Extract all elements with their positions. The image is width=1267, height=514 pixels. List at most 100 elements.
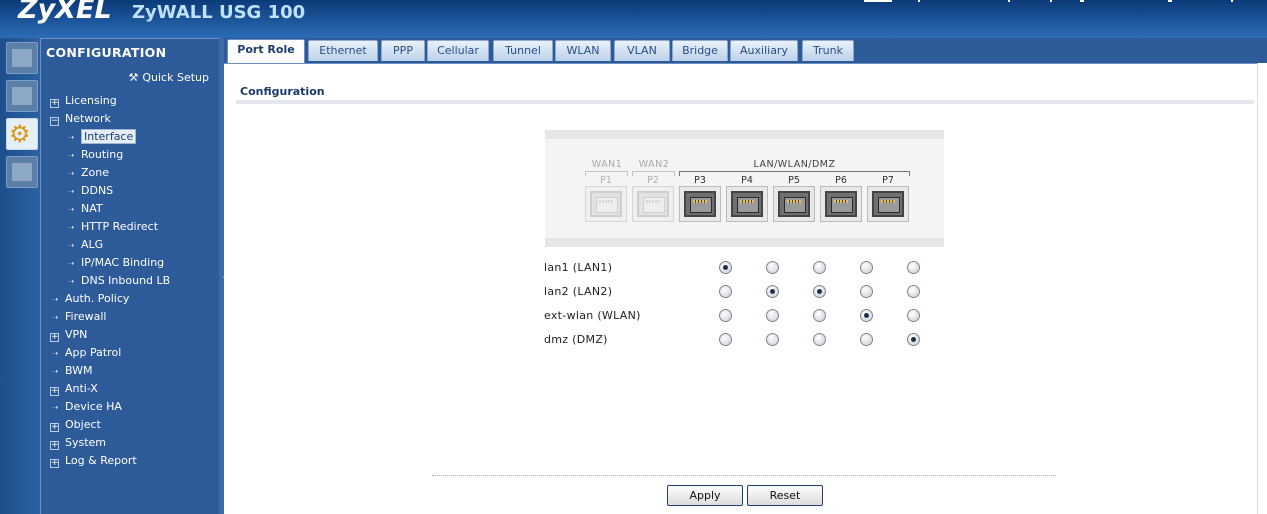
- sidebar-item-label: Interface: [81, 129, 137, 144]
- monitor-icon[interactable]: [6, 80, 38, 112]
- expand-icon[interactable]: +: [50, 459, 59, 468]
- sidebar-item-network[interactable]: − Network: [50, 110, 215, 128]
- header-links[interactable]: [858, 0, 1238, 6]
- sidebar-item-zone[interactable]: ➝ Zone: [50, 164, 215, 182]
- sidebar-item-ddns[interactable]: ➝ DDNS: [50, 182, 215, 200]
- tab-port-role[interactable]: Port Role: [227, 39, 305, 63]
- dashboard-icon[interactable]: [6, 42, 38, 74]
- arrow-icon[interactable]: ➝: [66, 183, 76, 201]
- sidebar-title: CONFIGURATION: [46, 45, 167, 60]
- role-label: lan2 (LAN2): [544, 285, 613, 298]
- radio-dmz-dmz-p7[interactable]: [907, 333, 920, 346]
- tab-wlan[interactable]: WLAN: [555, 40, 611, 61]
- sidebar-item-bwm[interactable]: ➝ BWM: [50, 362, 215, 380]
- radio-lan2-lan2-p5[interactable]: [813, 285, 826, 298]
- sidebar-item-label: Routing: [81, 148, 124, 161]
- maintenance-icon[interactable]: [6, 156, 38, 188]
- collapse-icon[interactable]: −: [50, 117, 59, 126]
- sidebar-item-device-ha[interactable]: ➝ Device HA: [50, 398, 215, 416]
- arrow-icon[interactable]: ➝: [66, 165, 76, 183]
- port-label-p7: P7: [882, 175, 894, 186]
- expand-icon[interactable]: +: [50, 441, 59, 450]
- expand-icon[interactable]: +: [50, 333, 59, 342]
- radio-ext-wlan-wlan-p3[interactable]: [719, 309, 732, 322]
- role-row-lan2-lan2: lan2 (LAN2): [544, 283, 1064, 303]
- tab-bridge[interactable]: Bridge: [672, 40, 728, 61]
- expand-icon[interactable]: +: [50, 99, 59, 108]
- radio-lan2-lan2-p3[interactable]: [719, 285, 732, 298]
- sidebar-item-label: Log & Report: [65, 454, 137, 467]
- sidebar-item-label: DNS Inbound LB: [81, 274, 171, 287]
- tab-trunk[interactable]: Trunk: [802, 40, 854, 61]
- sidebar-item-licensing[interactable]: + Licensing: [50, 92, 215, 110]
- arrow-icon[interactable]: ➝: [50, 309, 60, 327]
- radio-ext-wlan-wlan-p6[interactable]: [860, 309, 873, 322]
- radio-dmz-dmz-p3[interactable]: [719, 333, 732, 346]
- tab-ppp[interactable]: PPP: [381, 40, 425, 61]
- expand-icon[interactable]: +: [50, 387, 59, 396]
- tab-cellular[interactable]: Cellular: [427, 40, 489, 61]
- role-row-ext-wlan-wlan: ext-wlan (WLAN): [544, 307, 1064, 327]
- sidebar-item-system[interactable]: + System: [50, 434, 215, 452]
- tab-auxiliary[interactable]: Auxiliary: [730, 40, 798, 61]
- sidebar-item-auth-policy[interactable]: ➝ Auth. Policy: [50, 290, 215, 308]
- radio-lan1-lan1-p4[interactable]: [766, 261, 779, 274]
- radio-lan1-lan1-p5[interactable]: [813, 261, 826, 274]
- sidebar-item-label: Object: [65, 418, 101, 431]
- sidebar-item-routing[interactable]: ➝ Routing: [50, 146, 215, 164]
- port-label-p6: P6: [835, 175, 847, 186]
- sidebar-item-vpn[interactable]: + VPN: [50, 326, 215, 344]
- configuration-sidebar: CONFIGURATION ⚒ Quick Setup + Licensing − Ne…: [40, 38, 219, 514]
- radio-lan1-lan1-p3[interactable]: [719, 261, 732, 274]
- arrow-icon[interactable]: ➝: [50, 291, 60, 309]
- arrow-icon[interactable]: ➝: [66, 147, 76, 165]
- sidebar-item-label: BWM: [65, 364, 93, 377]
- sidebar-item-anti-x[interactable]: + Anti-X: [50, 380, 215, 398]
- sidebar-item-dns-inbound-lb[interactable]: ➝ DNS Inbound LB: [50, 272, 215, 290]
- port-panel: WAN1 WAN2 LAN/WLAN/DMZ P1 P2 P3 P4 P5 P6 P7: [545, 130, 944, 247]
- sidebar-item-firewall[interactable]: ➝ Firewall: [50, 308, 215, 326]
- radio-ext-wlan-wlan-p4[interactable]: [766, 309, 779, 322]
- sidebar-item-http-redirect[interactable]: ➝ HTTP Redirect: [50, 218, 215, 236]
- radio-lan1-lan1-p7[interactable]: [907, 261, 920, 274]
- radio-lan1-lan1-p6[interactable]: [860, 261, 873, 274]
- arrow-icon[interactable]: ➝: [66, 237, 76, 255]
- arrow-icon[interactable]: ➝: [66, 129, 76, 147]
- radio-dmz-dmz-p6[interactable]: [860, 333, 873, 346]
- arrow-icon[interactable]: ➝: [66, 273, 76, 291]
- sidebar-item-object[interactable]: + Object: [50, 416, 215, 434]
- sidebar-item-label: Zone: [81, 166, 110, 179]
- radio-ext-wlan-wlan-p7[interactable]: [907, 309, 920, 322]
- arrow-icon[interactable]: ➝: [66, 201, 76, 219]
- radio-dmz-dmz-p4[interactable]: [766, 333, 779, 346]
- tab-ethernet[interactable]: Ethernet: [308, 40, 378, 61]
- arrow-icon[interactable]: ➝: [66, 255, 76, 273]
- main-content: Port Role Ethernet PPP Cellular Tunnel WLAN VL…: [224, 38, 1267, 514]
- sidebar-item-app-patrol[interactable]: ➝ App Patrol: [50, 344, 215, 362]
- arrow-icon[interactable]: ➝: [50, 399, 60, 417]
- configuration-gear-icon[interactable]: ⚙: [6, 118, 38, 150]
- section-title: Configuration: [240, 85, 325, 98]
- quick-setup-link[interactable]: ⚒ Quick Setup: [129, 71, 210, 84]
- sidebar-item-ip-mac-binding[interactable]: ➝ IP/MAC Binding: [50, 254, 215, 272]
- wrench-icon: ⚒: [128, 71, 139, 84]
- arrow-icon[interactable]: ➝: [50, 363, 60, 381]
- tab-tunnel[interactable]: Tunnel: [493, 40, 553, 61]
- apply-button[interactable]: Apply: [667, 485, 743, 506]
- app-header: ZyXEL ZyWALL USG 100: [0, 0, 1267, 38]
- radio-lan2-lan2-p6[interactable]: [860, 285, 873, 298]
- expand-icon[interactable]: +: [50, 423, 59, 432]
- radio-lan2-lan2-p7[interactable]: [907, 285, 920, 298]
- sidebar-item-interface[interactable]: ➝ Interface: [50, 128, 215, 146]
- ethernet-port-icon: [585, 186, 627, 222]
- reset-button[interactable]: Reset: [747, 485, 823, 506]
- radio-ext-wlan-wlan-p5[interactable]: [813, 309, 826, 322]
- sidebar-item-alg[interactable]: ➝ ALG: [50, 236, 215, 254]
- radio-dmz-dmz-p5[interactable]: [813, 333, 826, 346]
- tab-vlan[interactable]: VLAN: [614, 40, 670, 61]
- sidebar-item-nat[interactable]: ➝ NAT: [50, 200, 215, 218]
- arrow-icon[interactable]: ➝: [66, 219, 76, 237]
- sidebar-item-log-report[interactable]: + Log & Report: [50, 452, 215, 470]
- radio-lan2-lan2-p4[interactable]: [766, 285, 779, 298]
- arrow-icon[interactable]: ➝: [50, 345, 60, 363]
